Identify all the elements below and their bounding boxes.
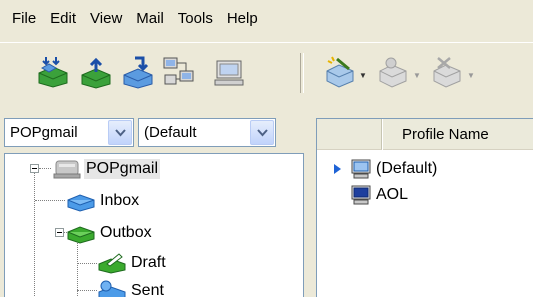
left-pane: POPgmail (Default POPgmail Inbox Outbox …	[0, 112, 304, 297]
column-header-indicator[interactable]	[317, 119, 382, 150]
tree-label-outbox: Outbox	[100, 224, 152, 241]
tree-connector	[77, 263, 97, 264]
upload-icon[interactable]	[79, 55, 113, 89]
account-select[interactable]: POPgmail	[4, 118, 134, 147]
inbox-tray-icon	[67, 194, 95, 212]
profile-select-value: (Default	[144, 124, 197, 141]
tree-connector	[35, 200, 65, 201]
collapse-toggle-outbox[interactable]	[55, 228, 64, 237]
tree-connector	[77, 238, 78, 297]
tree-node-sent[interactable]: Sent	[97, 278, 166, 297]
tree-node-inbox[interactable]: Inbox	[66, 188, 141, 214]
tree-connector	[77, 290, 97, 291]
download-all-icon[interactable]	[36, 55, 70, 89]
sent-tray-icon	[98, 280, 126, 297]
right-pane: Profile Name (Default) AOL	[316, 112, 533, 297]
wizard-dropdown-icon[interactable]: ▼	[359, 71, 367, 80]
tree-node-outbox[interactable]: Outbox	[66, 220, 154, 246]
profile-select[interactable]: (Default	[138, 118, 276, 147]
profile-list: Profile Name (Default) AOL	[316, 118, 533, 297]
tree-label-draft: Draft	[131, 254, 166, 271]
profile-icon[interactable]	[376, 55, 410, 89]
current-row-arrow-icon	[334, 164, 341, 174]
tree-connector	[39, 168, 51, 169]
outbox-tray-icon	[67, 226, 95, 244]
collapse-toggle-popgmail[interactable]	[30, 164, 39, 173]
profile-name: AOL	[376, 186, 409, 203]
menu-mail[interactable]: Mail	[129, 0, 171, 38]
profile-dropdown-icon[interactable]: ▼	[413, 71, 421, 80]
tree-connector	[34, 168, 35, 297]
menu-edit[interactable]: Edit	[43, 0, 83, 38]
account-select-value: POPgmail	[10, 124, 78, 141]
connect-icon[interactable]	[162, 55, 196, 89]
tree-label-popgmail: POPgmail	[84, 159, 161, 179]
profile-name: (Default)	[376, 160, 438, 177]
profile-row-default[interactable]: (Default)	[333, 157, 437, 181]
wizard-icon[interactable]	[323, 55, 357, 89]
tree-node-popgmail[interactable]: POPgmail	[52, 156, 161, 182]
delete-profile-dropdown-icon[interactable]: ▼	[467, 71, 475, 80]
tree-node-draft[interactable]: Draft	[97, 250, 168, 276]
column-header-profile-name[interactable]: Profile Name	[383, 119, 533, 150]
toolbar-separator	[300, 53, 304, 93]
tree-label-inbox: Inbox	[100, 192, 140, 209]
menu-tools[interactable]: Tools	[171, 0, 220, 38]
profile-select-chevron-down-icon[interactable]	[250, 120, 274, 145]
menu-file[interactable]: File	[0, 0, 43, 38]
toolbar: ▼ ▼ ▼	[0, 42, 533, 107]
computer-icon	[351, 159, 371, 179]
tree-label-sent: Sent	[131, 282, 164, 297]
account-select-chevron-down-icon[interactable]	[108, 120, 132, 145]
menu-bar: File Edit View Mail Tools Help	[0, 0, 533, 38]
disconnect-icon[interactable]	[212, 55, 246, 89]
computer-icon	[351, 185, 371, 205]
profile-row-aol[interactable]: AOL	[350, 183, 408, 207]
menu-view[interactable]: View	[83, 0, 129, 38]
draft-tray-icon	[98, 253, 126, 274]
menu-help[interactable]: Help	[220, 0, 265, 38]
download-icon[interactable]	[121, 55, 155, 89]
folder-tree: POPgmail Inbox Outbox Draft Sent	[4, 153, 304, 297]
mail-server-icon	[53, 160, 81, 179]
delete-profile-icon[interactable]	[430, 55, 464, 89]
